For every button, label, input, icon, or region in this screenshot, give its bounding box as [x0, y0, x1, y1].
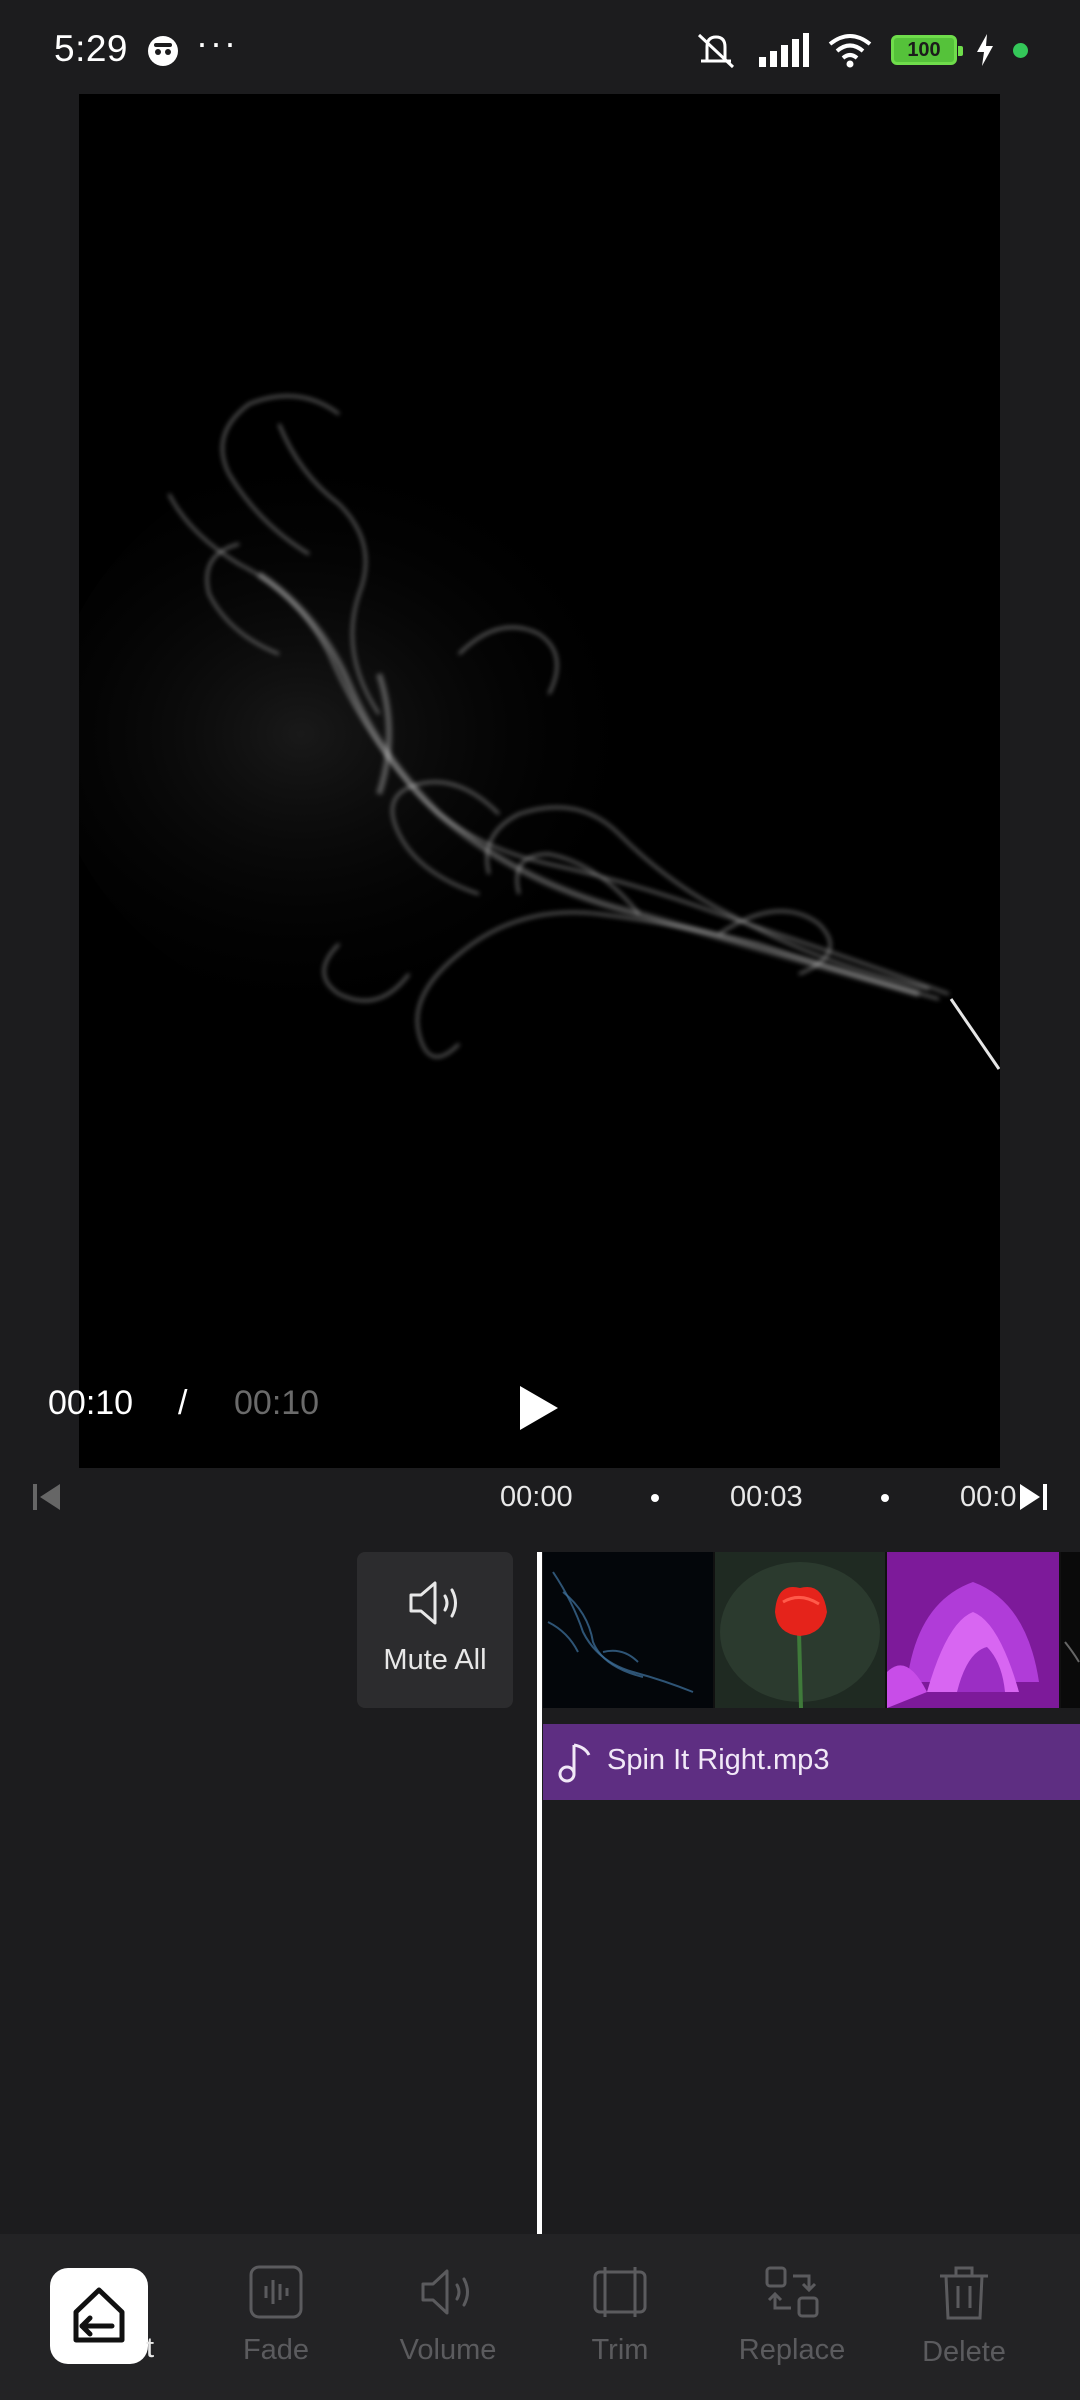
playhead[interactable]	[537, 1552, 542, 2234]
jump-to-start-icon[interactable]	[30, 1480, 64, 1514]
clip-thumbnail-red-flower[interactable]	[715, 1552, 885, 1708]
ruler-tick: 00:00	[500, 1481, 573, 1513]
more-dots: ···	[196, 22, 238, 63]
ruler-tick: 00:03	[730, 1481, 803, 1513]
wifi-icon	[828, 34, 872, 68]
trim-button[interactable]: Trim	[545, 2264, 695, 2374]
delete-label: Delete	[922, 2336, 1006, 2368]
exit-icon	[73, 2287, 125, 2343]
fade-label: Fade	[242, 2334, 310, 2366]
replace-icon	[765, 2266, 819, 2318]
ruler-tick: 00:0	[960, 1481, 1017, 1513]
battery-level: 100	[907, 38, 941, 61]
volume-label: Volume	[399, 2334, 497, 2366]
smoke-image	[79, 94, 1000, 1468]
ruler-dot	[651, 1494, 659, 1502]
time-separator: /	[178, 1384, 188, 1422]
music-note-icon	[558, 1743, 591, 1783]
ruler-dot	[881, 1494, 889, 1502]
play-button[interactable]	[514, 1382, 562, 1434]
current-time: 00:10	[48, 1384, 134, 1422]
trim-icon	[593, 2267, 647, 2317]
jump-to-end-icon[interactable]	[1016, 1480, 1050, 1514]
replace-button[interactable]: Replace	[717, 2264, 867, 2374]
total-time: 00:10	[234, 1384, 320, 1422]
trim-label: Trim	[591, 2334, 649, 2366]
delete-button[interactable]: Delete	[889, 2264, 1039, 2374]
volume-button[interactable]: Volume	[373, 2264, 523, 2374]
exit-label: t	[146, 2332, 155, 2364]
mute-icon	[697, 33, 735, 69]
status-icons: 100	[693, 30, 1028, 70]
status-bar: 5:29 ··· 100	[0, 0, 1080, 96]
audio-track-name: Spin It Right.mp3	[607, 1744, 830, 1776]
fade-button[interactable]: Fade	[201, 2264, 351, 2374]
video-clip-strip[interactable]	[543, 1552, 1080, 1708]
charging-icon	[977, 34, 993, 66]
replace-label: Replace	[738, 2334, 846, 2366]
battery-icon: 100	[891, 35, 963, 65]
status-time: 5:29	[54, 28, 129, 69]
bottom-toolbar: t Fade Volume Trim Replace Delete	[0, 2234, 1080, 2400]
delete-icon	[940, 2266, 988, 2320]
fade-icon	[249, 2265, 303, 2319]
mute-all-label: Mute All	[383, 1644, 487, 1676]
clip-thumbnail-purple-flower[interactable]	[887, 1552, 1059, 1708]
volume-icon	[421, 2269, 469, 2315]
clip-thumbnail-smoke[interactable]	[543, 1552, 713, 1708]
audio-track[interactable]: Spin It Right.mp3	[543, 1724, 1080, 1800]
speaker-icon	[409, 1581, 457, 1625]
video-preview[interactable]	[79, 94, 1000, 1468]
green-dot	[1013, 42, 1028, 58]
app-icon	[148, 36, 178, 66]
exit-button[interactable]	[50, 2268, 148, 2364]
mute-all-button[interactable]: Mute All	[357, 1552, 513, 1708]
signal-icon	[759, 33, 809, 67]
clip-thumbnail-partial[interactable]	[1061, 1552, 1080, 1708]
